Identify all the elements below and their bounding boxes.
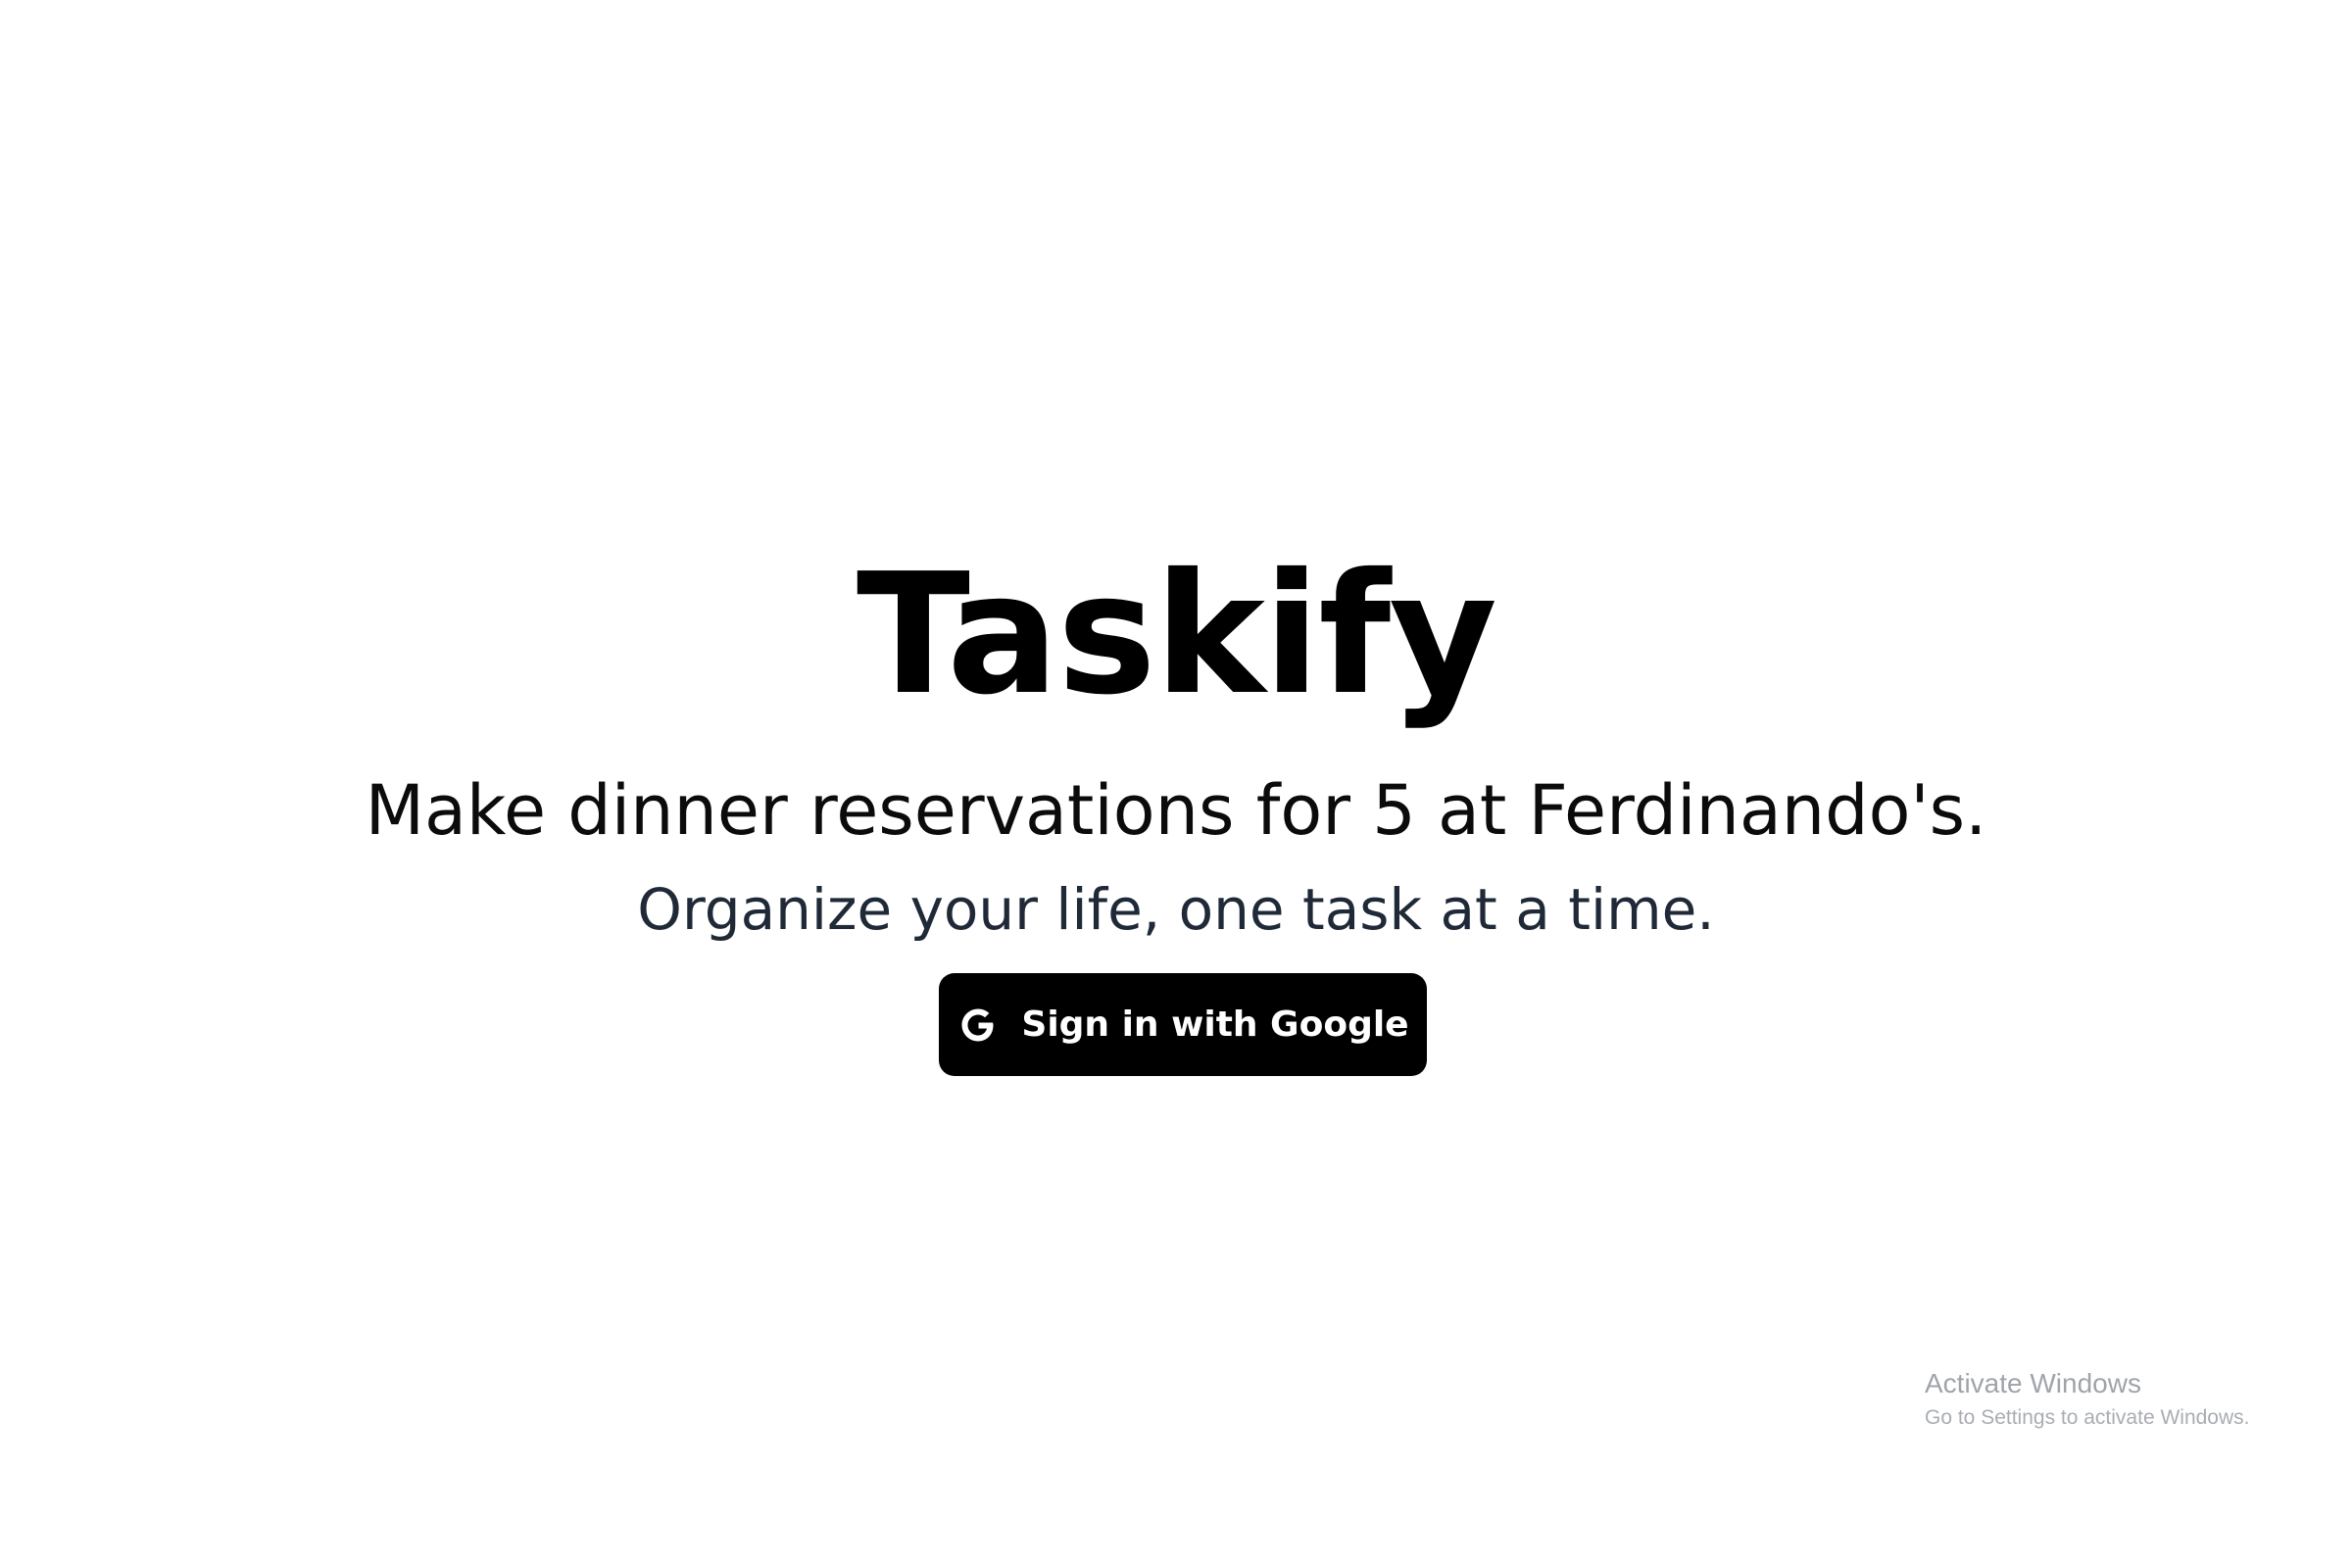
activate-windows-watermark: Activate Windows Go to Settings to activ… [1925, 1365, 2250, 1434]
google-g-icon [956, 1004, 1000, 1047]
sign-in-with-google-button[interactable]: Sign in with Google [939, 973, 1427, 1076]
sign-in-label: Sign in with Google [1021, 1004, 1409, 1045]
watermark-title: Activate Windows [1925, 1368, 2141, 1398]
hero-section: Taskify Make dinner reservations for 5 a… [0, 0, 2352, 1568]
task-text: Make dinner reservations for 5 at Ferdin… [365, 770, 1987, 851]
landing-page: Taskify Make dinner reservations for 5 a… [0, 0, 2352, 1568]
watermark-subtitle: Go to Settings to activate Windows. [1925, 1406, 2250, 1429]
app-title: Taskify [856, 538, 1497, 732]
tagline: Organize your life, one task at a time. [637, 876, 1715, 943]
